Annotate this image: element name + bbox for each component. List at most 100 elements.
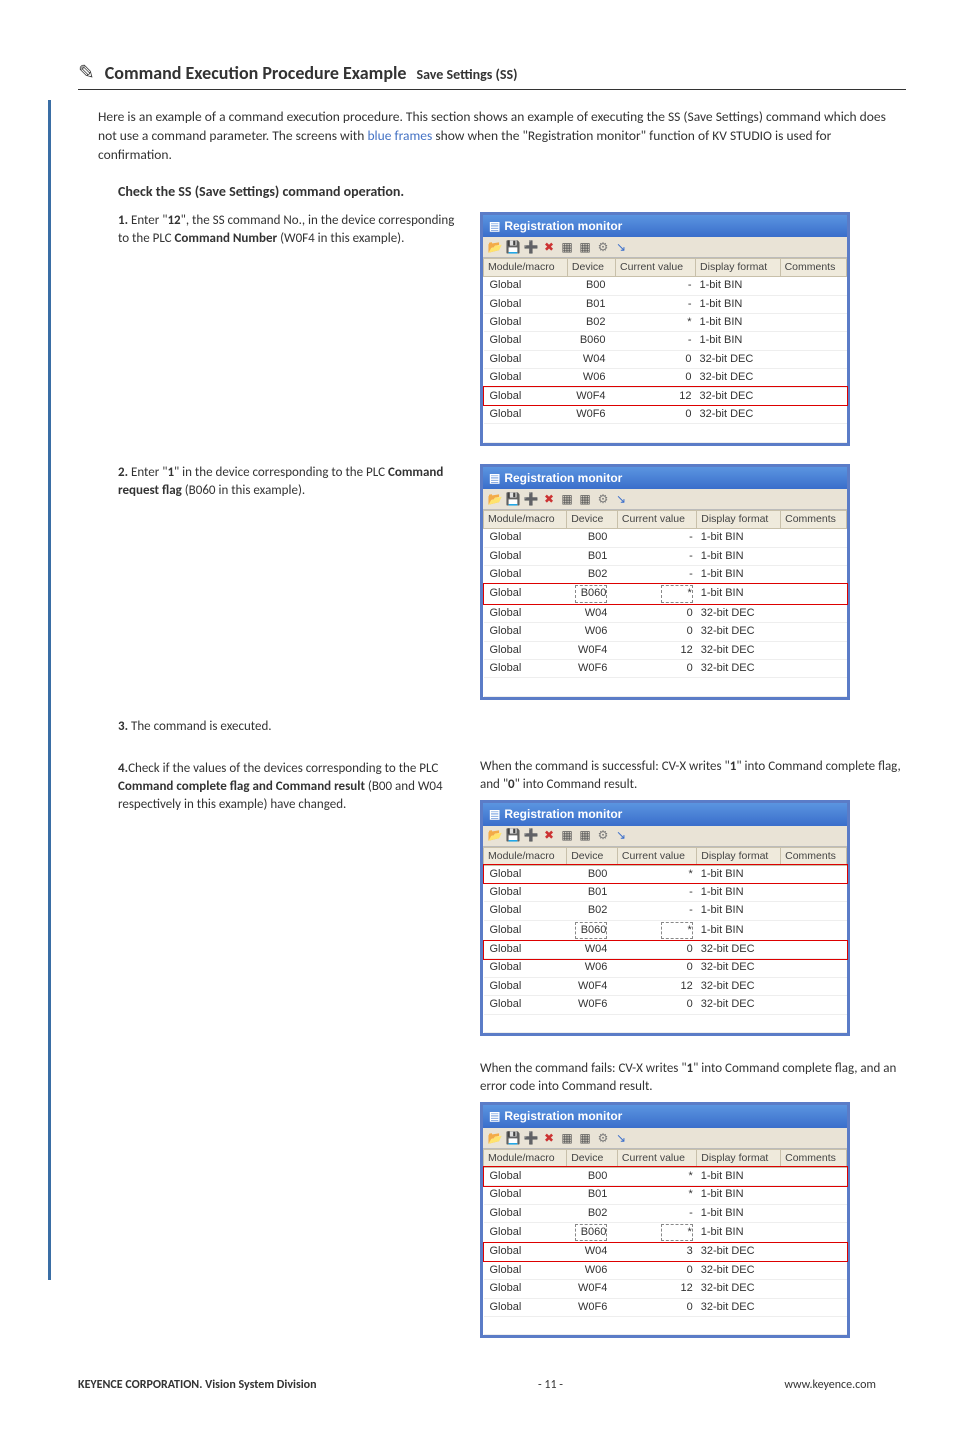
cell-current-value: 0 <box>616 369 696 387</box>
table-row: GlobalB01-1-bit BIN <box>484 547 847 565</box>
add-icon[interactable]: ➕ <box>523 1130 539 1146</box>
config-icon[interactable]: ⚙ <box>595 828 611 844</box>
save-icon[interactable]: 💾 <box>505 239 521 255</box>
add-icon[interactable]: ➕ <box>523 491 539 507</box>
col-module[interactable]: Module/macro <box>484 511 567 529</box>
cell-display-format: 32-bit DEC <box>697 941 781 959</box>
grid2-icon[interactable]: ▦ <box>577 828 593 844</box>
config-icon[interactable]: ⚙ <box>595 239 611 255</box>
registration-monitor-window-4: ▤Registration monitor📂💾➕✖▦▦⚙↘Module/macr… <box>480 1102 850 1338</box>
export-icon[interactable]: ↘ <box>613 1130 629 1146</box>
delete-icon[interactable]: ✖ <box>541 239 557 255</box>
cell-comments <box>780 369 846 387</box>
grid1-icon[interactable]: ▦ <box>559 1130 575 1146</box>
cell-device: B01 <box>567 883 618 901</box>
cell-module: Global <box>484 1243 567 1261</box>
cell-display-format: 32-bit DEC <box>696 369 781 387</box>
cell-current-value: - <box>616 277 696 295</box>
cell-current-value: 0 <box>616 350 696 368</box>
cell-display-format: 1-bit BIN <box>697 920 781 940</box>
cell-comments <box>781 1223 847 1243</box>
col-display-format[interactable]: Display format <box>696 259 781 277</box>
delete-icon[interactable]: ✖ <box>541 491 557 507</box>
cell-comments <box>780 387 846 405</box>
config-icon[interactable]: ⚙ <box>595 491 611 507</box>
cell-module: Global <box>484 1298 567 1316</box>
save-icon[interactable]: 💾 <box>505 491 521 507</box>
col-comments[interactable]: Comments <box>780 259 846 277</box>
cell-display-format: 32-bit DEC <box>697 623 781 641</box>
cell-display-format: 1-bit BIN <box>697 883 781 901</box>
cell-current-value: 0 <box>617 604 696 622</box>
col-comments[interactable]: Comments <box>781 1150 847 1168</box>
cell-module: Global <box>484 996 567 1014</box>
export-icon[interactable]: ↘ <box>613 491 629 507</box>
cell-module: Global <box>484 941 567 959</box>
grid2-icon[interactable]: ▦ <box>577 1130 593 1146</box>
col-current-value[interactable]: Current value <box>616 259 696 277</box>
grid1-icon[interactable]: ▦ <box>559 239 575 255</box>
cell-current-value: - <box>617 1204 696 1222</box>
cell-device: W06 <box>567 623 618 641</box>
save-icon[interactable]: 💾 <box>505 828 521 844</box>
add-icon[interactable]: ➕ <box>523 239 539 255</box>
cell-display-format: 32-bit DEC <box>696 350 781 368</box>
grid1-icon[interactable]: ▦ <box>559 828 575 844</box>
table-row: GlobalW06032-bit DEC <box>484 959 847 977</box>
cell-current-value: - <box>617 883 696 901</box>
table-row: GlobalB02*1-bit BIN <box>484 313 847 331</box>
window-title: Registration monitor <box>504 470 622 487</box>
col-device[interactable]: Device <box>567 847 618 865</box>
config-icon[interactable]: ⚙ <box>595 1130 611 1146</box>
cell-device: W06 <box>567 959 618 977</box>
col-comments[interactable]: Comments <box>781 847 847 865</box>
col-display-format[interactable]: Display format <box>697 1150 781 1168</box>
open-icon[interactable]: 📂 <box>487 1130 503 1146</box>
col-device[interactable]: Device <box>567 259 615 277</box>
col-current-value[interactable]: Current value <box>617 511 696 529</box>
cell-display-format: 1-bit BIN <box>696 313 781 331</box>
cell-comments <box>781 1204 847 1222</box>
col-comments[interactable]: Comments <box>781 511 847 529</box>
grid2-icon[interactable]: ▦ <box>577 491 593 507</box>
col-display-format[interactable]: Display format <box>697 847 781 865</box>
export-icon[interactable]: ↘ <box>613 239 629 255</box>
footer-left: KEYENCE CORPORATION. Vision System Divis… <box>78 1378 317 1392</box>
col-module[interactable]: Module/macro <box>484 259 568 277</box>
col-display-format[interactable]: Display format <box>697 511 781 529</box>
cell-current-value: - <box>617 529 696 547</box>
col-module[interactable]: Module/macro <box>484 1150 567 1168</box>
cell-comments <box>781 902 847 920</box>
cell-module: Global <box>484 977 567 995</box>
step4-text: 4.Check if the values of the devices cor… <box>118 760 468 815</box>
cell-current-value: 0 <box>617 941 696 959</box>
add-icon[interactable]: ➕ <box>523 828 539 844</box>
footer-url: www.keyence.com <box>784 1378 876 1392</box>
cell-module: Global <box>484 584 567 604</box>
cell-display-format: 32-bit DEC <box>696 405 781 423</box>
save-icon[interactable]: 💾 <box>505 1130 521 1146</box>
col-current-value[interactable]: Current value <box>617 847 696 865</box>
cell-comments <box>780 350 846 368</box>
cell-display-format: 32-bit DEC <box>697 1298 781 1316</box>
cell-device: W0F6 <box>567 996 618 1014</box>
delete-icon[interactable]: ✖ <box>541 1130 557 1146</box>
export-icon[interactable]: ↘ <box>613 828 629 844</box>
table-row: GlobalW0F41232-bit DEC <box>484 977 847 995</box>
grid2-icon[interactable]: ▦ <box>577 239 593 255</box>
open-icon[interactable]: 📂 <box>487 239 503 255</box>
col-current-value[interactable]: Current value <box>617 1150 696 1168</box>
grid1-icon[interactable]: ▦ <box>559 491 575 507</box>
col-device[interactable]: Device <box>567 511 618 529</box>
delete-icon[interactable]: ✖ <box>541 828 557 844</box>
open-icon[interactable]: 📂 <box>487 828 503 844</box>
cell-comments <box>781 883 847 901</box>
window-title: Registration monitor <box>504 806 622 823</box>
window-toolbar: 📂💾➕✖▦▦⚙↘ <box>483 1128 847 1149</box>
open-icon[interactable]: 📂 <box>487 491 503 507</box>
cell-device: W04 <box>567 1243 618 1261</box>
col-module[interactable]: Module/macro <box>484 847 567 865</box>
cell-display-format: 1-bit BIN <box>697 1186 781 1204</box>
header-subtitle: Save Settings (SS) <box>416 66 517 83</box>
col-device[interactable]: Device <box>567 1150 618 1168</box>
